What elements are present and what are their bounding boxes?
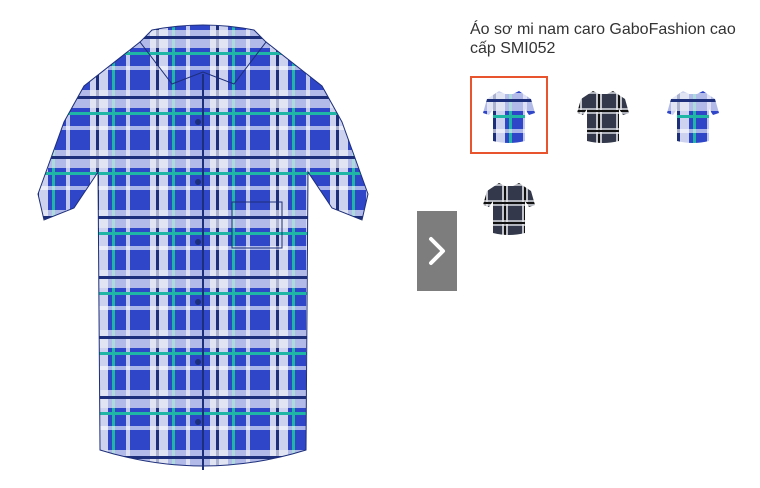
thumbnail-1[interactable]	[470, 76, 548, 154]
shirt-thumbnail-image	[483, 91, 535, 143]
shirt-thumbnail-image	[577, 91, 629, 143]
thumbnail-2[interactable]	[564, 76, 642, 154]
thumbnail-4[interactable]	[470, 168, 548, 246]
shirt-thumbnail-image	[667, 91, 719, 143]
next-image-button[interactable]	[417, 211, 457, 291]
product-main-image	[22, 22, 384, 478]
thumbnail-3[interactable]	[654, 76, 732, 154]
chevron-right-icon	[429, 237, 445, 265]
product-title: Áo sơ mi nam caro GaboFashion cao cấp SM…	[470, 21, 736, 57]
shirt-thumbnail-image	[483, 183, 535, 235]
